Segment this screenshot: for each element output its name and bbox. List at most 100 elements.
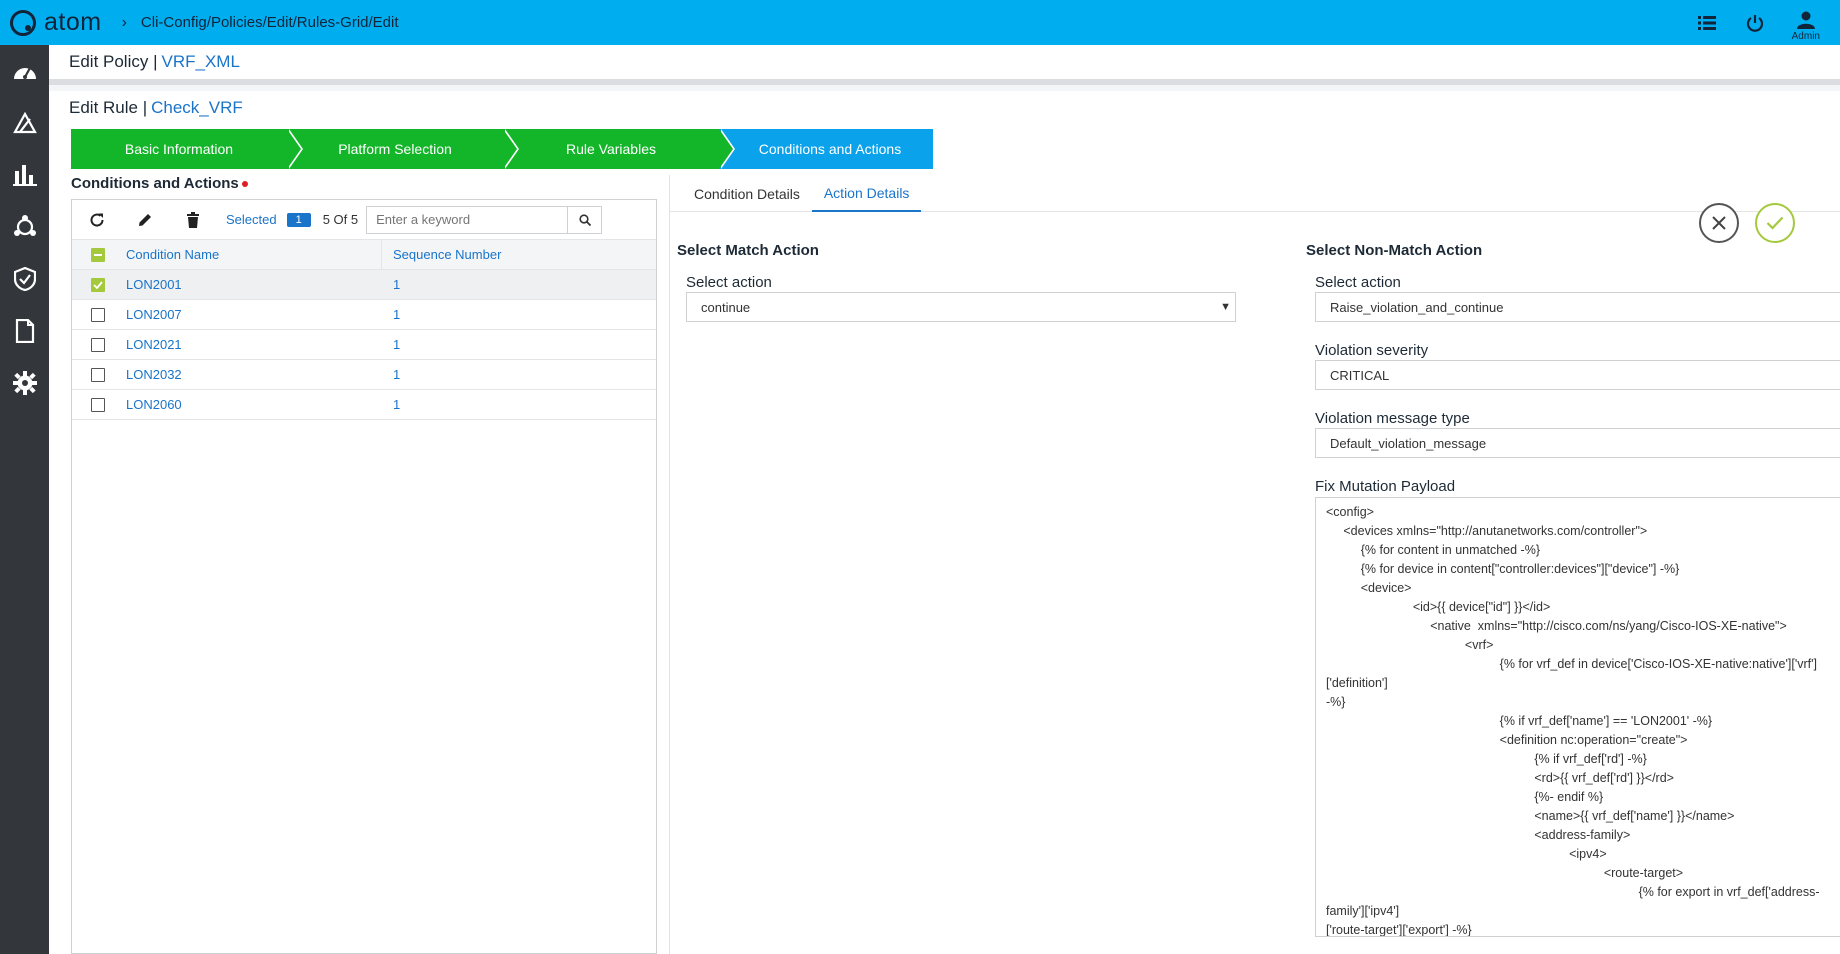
app-logo[interactable]: atom [10, 8, 102, 37]
required-indicator [241, 181, 248, 188]
condition-name-cell[interactable]: LON2007 [124, 307, 382, 322]
select-value: Default_violation_message [1330, 435, 1487, 451]
settings-icon[interactable] [0, 357, 49, 409]
column-header-sequence-number[interactable]: Sequence Number [382, 240, 656, 270]
row-checkbox[interactable] [91, 367, 105, 382]
cancel-button[interactable] [1699, 203, 1739, 243]
policy-label: Edit Policy | [69, 52, 158, 71]
match-action-select[interactable]: continue ▼ [686, 292, 1236, 322]
select-value: continue [701, 299, 751, 315]
non-match-action-title: Select Non-Match Action [1306, 242, 1483, 259]
detail-panel: Condition Details Action Details Select … [669, 175, 1840, 954]
tab-action-details[interactable]: Action Details [811, 175, 922, 212]
breadcrumb: Cli-Config/Policies/Edit/Rules-Grid/Edit [140, 14, 399, 31]
step-basic-information[interactable]: Basic Information [71, 129, 303, 169]
rule-label: Edit Rule | [69, 98, 148, 117]
violation-message-type-label: Violation message type [1315, 410, 1470, 427]
rule-header: Edit Rule | Check_VRF [69, 98, 243, 118]
row-checkbox[interactable] [91, 337, 105, 352]
table-row[interactable]: LON2032 1 [72, 360, 656, 390]
violation-severity-select[interactable]: CRITICAL ▼ [1315, 360, 1840, 390]
table-row[interactable]: LON2001 1 [72, 270, 656, 300]
match-action-title: Select Match Action [677, 242, 819, 259]
policy-name: VRF_XML [161, 52, 240, 71]
condition-name-cell[interactable]: LON2001 [124, 277, 382, 292]
fix-mutation-payload-label: Fix Mutation Payload [1315, 478, 1456, 495]
top-bar: atom › Cli-Config/Policies/Edit/Rules-Gr… [0, 0, 1840, 45]
logo-text: atom [44, 8, 102, 36]
select-all-checkbox[interactable] [91, 247, 105, 262]
detail-tabs: Condition Details Action Details [670, 175, 1840, 212]
user-menu[interactable]: Admin [1792, 9, 1820, 42]
user-icon [1795, 9, 1817, 31]
select-value: Raise_violation_and_continue [1330, 299, 1504, 315]
sequence-number-cell: 1 [393, 277, 401, 292]
conditions-title-text: Conditions and Actions [71, 175, 239, 192]
wizard-stepper: Basic Information Platform Selection Rul… [71, 129, 933, 169]
conditions-title: Conditions and Actions [71, 175, 248, 192]
save-button[interactable] [1755, 203, 1795, 243]
column-header-condition-name[interactable]: Condition Name [124, 239, 382, 270]
logo-mark-icon [10, 9, 36, 36]
edit-icon[interactable] [134, 209, 156, 231]
rule-name: Check_VRF [151, 98, 243, 117]
fix-mutation-payload-textarea[interactable]: <config> <devices xmlns="http://anutanet… [1315, 497, 1840, 937]
selected-count-badge: 1 [286, 212, 311, 227]
sidebar [0, 45, 49, 954]
match-action-label: Select action [686, 274, 772, 291]
select-value: CRITICAL [1330, 367, 1390, 383]
close-icon [1712, 216, 1726, 230]
table-row[interactable]: LON2021 1 [72, 330, 656, 360]
condition-name-cell[interactable]: LON2032 [124, 367, 382, 382]
row-checkbox[interactable] [91, 397, 105, 412]
search-button[interactable] [567, 206, 601, 233]
step-label: Conditions and Actions [758, 141, 902, 157]
user-label: Admin [1791, 31, 1820, 42]
step-rule-variables[interactable]: Rule Variables [503, 129, 735, 169]
topology-icon[interactable] [0, 201, 49, 253]
record-count: 5 Of 5 [322, 212, 359, 227]
checkmark-icon [1766, 216, 1784, 230]
payload-text: <config> <devices xmlns="http://anutanet… [1326, 505, 1820, 937]
step-label: Platform Selection [338, 141, 452, 157]
sequence-number-cell: 1 [393, 337, 401, 352]
table-row[interactable]: LON2060 1 [72, 390, 656, 420]
search-input[interactable] [367, 206, 568, 233]
step-conditions-and-actions[interactable]: Conditions and Actions [719, 129, 933, 169]
caret-down-icon: ▼ [1220, 301, 1231, 313]
non-match-action-select[interactable]: Raise_violation_and_continue ▼ [1315, 292, 1840, 322]
documents-icon[interactable] [0, 305, 49, 357]
reports-icon[interactable] [0, 149, 49, 201]
row-checkbox[interactable] [91, 277, 105, 292]
grid-toolbar: Selected 1 5 Of 5 [72, 200, 656, 240]
grid-header: Condition Name Sequence Number [72, 239, 656, 270]
condition-name-cell[interactable]: LON2060 [124, 397, 382, 412]
violation-severity-label: Violation severity [1315, 342, 1429, 359]
table-row[interactable]: LON2007 1 [72, 300, 656, 330]
non-match-action-label: Select action [1315, 274, 1401, 291]
sequence-number-cell: 1 [393, 367, 401, 382]
step-platform-selection[interactable]: Platform Selection [287, 129, 519, 169]
selected-label: Selected [226, 212, 277, 227]
row-checkbox[interactable] [91, 307, 105, 322]
power-icon[interactable] [1744, 12, 1766, 34]
policy-header: Edit Policy | VRF_XML [49, 45, 1840, 85]
delete-icon[interactable] [182, 209, 204, 231]
list-icon[interactable] [1696, 12, 1718, 34]
condition-name-cell[interactable]: LON2021 [124, 337, 382, 352]
search-box [366, 205, 603, 234]
conditions-grid: Selected 1 5 Of 5 Condition Name Sequenc… [71, 199, 657, 954]
step-label: Basic Information [124, 141, 234, 157]
violation-message-type-select[interactable]: Default_violation_message ▼ [1315, 428, 1840, 458]
dashboard-icon[interactable] [0, 45, 49, 97]
deploy-icon[interactable] [0, 97, 49, 149]
step-label: Rule Variables [565, 141, 656, 157]
main-content: Edit Policy | VRF_XML Edit Rule | Check_… [49, 45, 1840, 954]
tab-condition-details[interactable]: Condition Details [682, 175, 812, 212]
breadcrumb-chevron-icon: › [121, 13, 127, 31]
refresh-icon[interactable] [86, 209, 108, 231]
search-icon [579, 213, 591, 226]
sequence-number-cell: 1 [393, 307, 401, 322]
sequence-number-cell: 1 [393, 397, 401, 412]
security-icon[interactable] [0, 253, 49, 305]
